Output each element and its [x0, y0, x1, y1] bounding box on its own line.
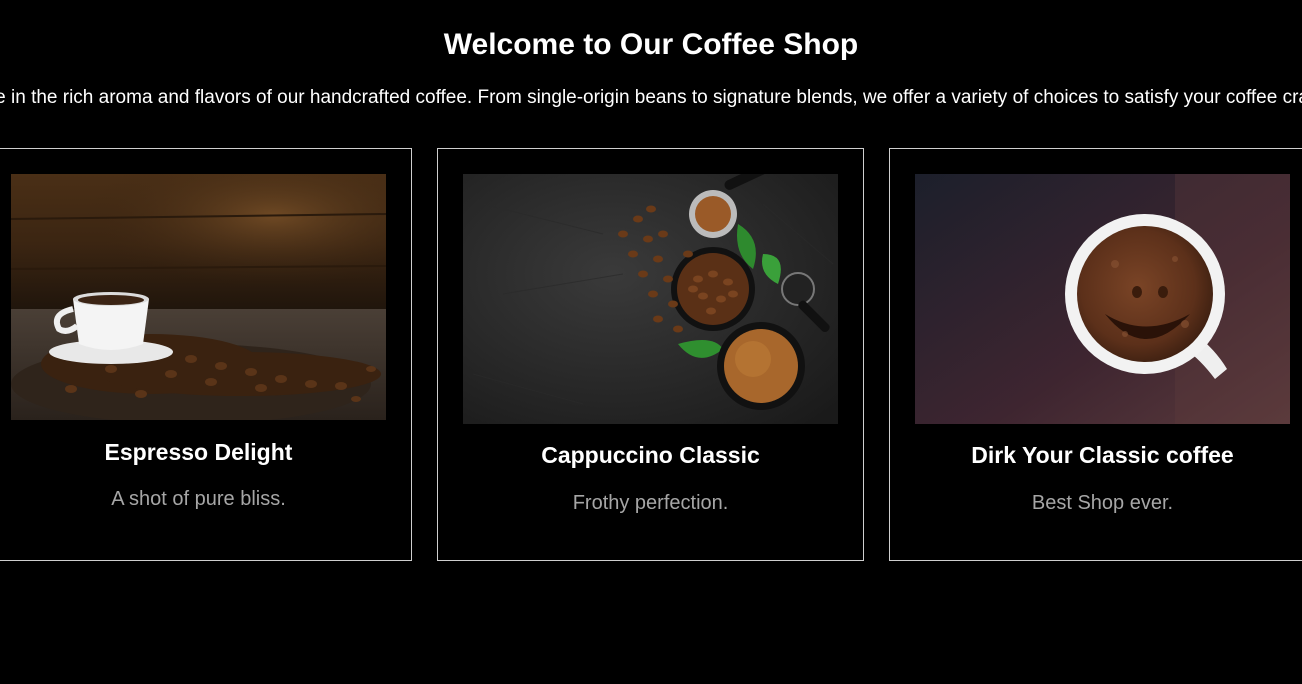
card-title: Espresso Delight	[104, 439, 293, 465]
product-card-espresso[interactable]: Espresso Delight A shot of pure bliss.	[0, 148, 412, 561]
coffee-beans-and-grounds-image	[463, 174, 838, 424]
product-card-cappuccino[interactable]: Cappuccino Classic Frothy perfection.	[437, 148, 864, 561]
card-description: Frothy perfection.	[572, 492, 729, 514]
card-description: A shot of pure bliss.	[111, 488, 286, 510]
smiley-coffee-cup-image	[915, 174, 1290, 424]
coffee-shop-page: Welcome to Our Coffee Shop Indulge in th…	[0, 0, 1302, 684]
intro-text: Indulge in the rich aroma and flavors of…	[0, 87, 1302, 108]
product-card-classic-coffee[interactable]: Dirk Your Classic coffee Best Shop ever.	[889, 148, 1302, 561]
page-title: Welcome to Our Coffee Shop	[443, 28, 859, 61]
espresso-cup-with-beans-image	[11, 174, 386, 420]
card-title: Dirk Your Classic coffee	[971, 442, 1234, 468]
card-description: Best Shop ever.	[1031, 492, 1174, 514]
card-title: Cappuccino Classic	[541, 442, 760, 468]
